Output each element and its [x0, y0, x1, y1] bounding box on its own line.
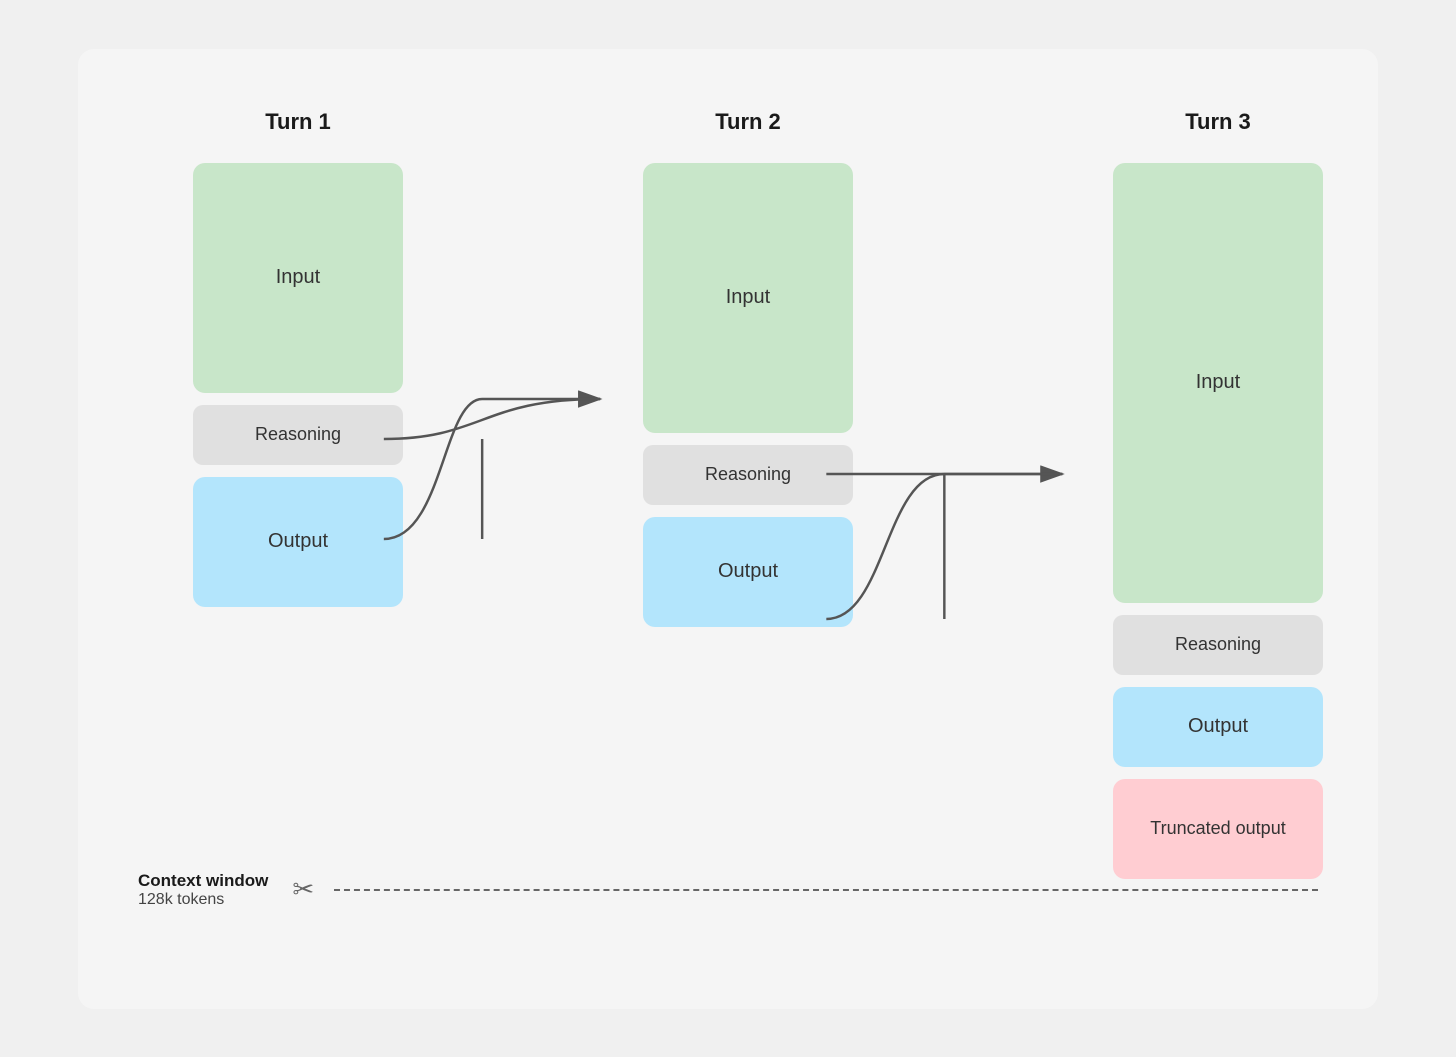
turn3-column: Turn 3 Input Reasoning Output Truncated …: [1098, 109, 1338, 879]
context-window-title: Context window: [138, 871, 268, 891]
context-dashed-line: [334, 889, 1318, 891]
turn1-label: Turn 1: [265, 109, 331, 135]
context-window-row: Context window 128k tokens ✂: [138, 871, 1318, 909]
turn2-column: Turn 2 Input Reasoning Output: [628, 109, 868, 627]
turn2-reasoning-block: Reasoning: [643, 445, 853, 505]
turn3-reasoning-block: Reasoning: [1113, 615, 1323, 675]
diagram-container: Turn 1 Input Reasoning Output Turn 2 Inp…: [78, 49, 1378, 1009]
turn3-truncated-block: Truncated output: [1113, 779, 1323, 879]
turn1-reasoning-block: Reasoning: [193, 405, 403, 465]
turn3-output-block: Output: [1113, 687, 1323, 767]
turn1-column: Turn 1 Input Reasoning Output: [178, 109, 418, 607]
turn3-input-block: Input: [1113, 163, 1323, 603]
scissors-icon: ✂: [292, 874, 314, 905]
turn1-output-block: Output: [193, 477, 403, 607]
turn2-label: Turn 2: [715, 109, 781, 135]
turn2-input-block: Input: [643, 163, 853, 433]
turn3-label: Turn 3: [1185, 109, 1251, 135]
context-window-label: Context window 128k tokens: [138, 871, 268, 909]
context-window-tokens: 128k tokens: [138, 891, 224, 909]
turn1-input-block: Input: [193, 163, 403, 393]
turn2-output-block: Output: [643, 517, 853, 627]
